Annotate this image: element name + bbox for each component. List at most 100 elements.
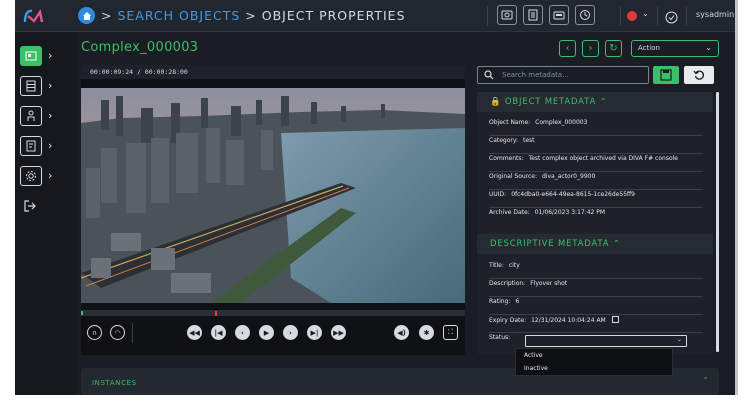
field-label: Description: xyxy=(489,280,526,287)
history-icon[interactable] xyxy=(575,5,595,25)
field-archive-date: Archive Date: 01/06/2023 3:17:42 PM xyxy=(489,209,703,226)
timeline-scrubber[interactable] xyxy=(81,310,465,316)
instances-title: INSTANCES xyxy=(92,379,137,387)
field-category: Category: test xyxy=(489,137,703,154)
divider xyxy=(487,6,488,26)
status-dropdown-menu: Active Inactive xyxy=(515,348,673,376)
chevron-down-icon[interactable]: ⌄ xyxy=(642,9,649,18)
next-object-button[interactable]: › xyxy=(582,40,599,57)
play-button[interactable]: ▶ xyxy=(259,325,274,340)
field-label: Category: xyxy=(489,137,518,144)
settings-gear-icon[interactable]: ✱ xyxy=(419,325,434,340)
page-title: Complex_000003 xyxy=(81,40,199,55)
record-status-icon[interactable] xyxy=(627,11,637,21)
status-option-active[interactable]: Active xyxy=(524,352,543,359)
field-value[interactable]: 6 xyxy=(515,298,519,305)
vault-icon[interactable] xyxy=(497,5,517,25)
chevron-up-icon[interactable]: ⌃ xyxy=(702,376,709,385)
object-metadata-header[interactable]: 🔒 OBJECT METADATA ⌃ xyxy=(477,92,713,112)
chevron-down-icon: ⌄ xyxy=(705,43,712,52)
previous-object-button[interactable]: ‹ xyxy=(559,40,576,57)
step-forward-button[interactable]: › xyxy=(283,325,298,340)
user-name[interactable]: sysadmin xyxy=(696,10,734,19)
breadcrumb-separator: > xyxy=(101,8,118,23)
field-value[interactable]: Test complex object archived via DIVA F#… xyxy=(529,155,678,162)
chevron-right-icon[interactable]: › xyxy=(48,109,52,122)
field-value: 01/06/2023 3:17:42 PM xyxy=(534,209,606,216)
fullscreen-icon[interactable]: ⛶ xyxy=(443,325,458,340)
field-label: Archive Date: xyxy=(489,209,530,216)
refresh-icon[interactable]: ↻ xyxy=(605,40,622,57)
step-back-button[interactable]: ‹ xyxy=(235,325,250,340)
video-player: 00:00:09:24 / 00:00:28:00 ∩ ◠ ◀◀ |◀ ‹ ▶ … xyxy=(81,65,465,355)
chevron-down-icon: ⌄ xyxy=(676,336,682,343)
field-value[interactable]: city xyxy=(509,262,520,269)
field-label: Status: xyxy=(489,334,511,341)
field-rating[interactable]: Rating: 6 xyxy=(489,298,703,315)
check-circle-icon[interactable] xyxy=(665,9,678,28)
field-label: Expiry Date: xyxy=(489,317,527,324)
playhead-marker[interactable] xyxy=(81,311,83,315)
chevron-right-icon[interactable]: › xyxy=(48,79,52,92)
field-label: Comments: xyxy=(489,155,524,162)
navigation-buttons: ‹ › ↻ xyxy=(559,40,622,57)
position-marker[interactable] xyxy=(215,311,218,316)
undo-icon xyxy=(693,70,704,80)
fast-forward-button[interactable]: ▶▶ xyxy=(331,325,346,340)
field-value: 0fc4dba0-e664-49ea-8615-1ce26de55ff9 xyxy=(511,191,635,198)
field-label: UUID: xyxy=(489,191,507,198)
breadcrumb-separator: > xyxy=(240,8,262,23)
field-expiry-date[interactable]: Expiry Date: 12/31/2024 10:04:24 AM xyxy=(489,316,703,333)
page-scrollbar[interactable] xyxy=(735,0,738,395)
skip-back-button[interactable]: |◀ xyxy=(211,325,226,340)
calendar-icon[interactable] xyxy=(611,316,619,323)
timecode-bar: 00:00:09:24 / 00:00:28:00 xyxy=(81,65,465,79)
field-value[interactable]: Flyover shot xyxy=(530,280,567,287)
sidebar-item-objects[interactable] xyxy=(20,46,42,66)
speed-icon[interactable]: ◠ xyxy=(110,325,125,340)
total-duration: 00:00:28:00 xyxy=(144,68,188,76)
chevron-right-icon[interactable]: › xyxy=(48,49,52,62)
tape-icon[interactable] xyxy=(549,5,569,25)
object-metadata-title: OBJECT METADATA xyxy=(504,97,597,107)
video-frame[interactable] xyxy=(81,88,465,303)
descriptive-metadata-title: DESCRIPTIVE METADATA xyxy=(490,239,610,249)
chevron-right-icon[interactable]: › xyxy=(48,169,52,182)
current-time: 00:00:09:24 xyxy=(90,68,134,76)
sidebar-item-settings[interactable] xyxy=(20,166,42,186)
action-dropdown[interactable]: Action ⌄ xyxy=(631,40,719,57)
field-object-name: Object Name: Complex_000003 xyxy=(489,119,703,136)
logout-icon[interactable] xyxy=(23,198,37,217)
document-icon[interactable] xyxy=(523,5,543,25)
reset-button[interactable] xyxy=(684,66,714,84)
field-label: Rating: xyxy=(489,298,511,305)
volume-icon[interactable]: ◀) xyxy=(394,325,409,340)
field-value[interactable]: 12/31/2024 10:04:24 AM xyxy=(531,317,606,324)
rewind-button[interactable]: ◀◀ xyxy=(187,325,202,340)
field-label: Object Name: xyxy=(489,119,531,126)
field-original-source: Original Source: diva_actor0_9900 xyxy=(489,173,703,190)
home-icon[interactable] xyxy=(78,7,95,24)
search-placeholder: Search metadata... xyxy=(502,71,569,79)
field-title[interactable]: Title: city xyxy=(489,262,703,279)
field-description[interactable]: Description: Flyover shot xyxy=(489,280,703,297)
status-select[interactable]: ⌄ xyxy=(525,335,687,347)
save-icon xyxy=(660,69,672,81)
panel-scrollbar[interactable] xyxy=(716,92,719,352)
chevron-right-icon[interactable]: › xyxy=(48,139,52,152)
metadata-search-input[interactable]: Search metadata... xyxy=(477,66,649,84)
divider xyxy=(657,6,658,26)
save-button[interactable] xyxy=(653,66,679,84)
breadcrumb-search-objects[interactable]: SEARCH OBJECTS xyxy=(117,8,240,23)
breadcrumb: > SEARCH OBJECTS > OBJECT PROPERTIES xyxy=(101,8,406,23)
metadata-panel: 🔒 OBJECT METADATA ⌃ Object Name: Complex_… xyxy=(477,92,713,354)
status-option-inactive[interactable]: Inactive xyxy=(524,365,548,372)
field-value: diva_actor0_9900 xyxy=(542,173,596,180)
sidebar-item-users[interactable] xyxy=(20,106,42,126)
field-comments[interactable]: Comments: Test complex object archived vi… xyxy=(489,155,703,172)
skip-forward-button[interactable]: ▶| xyxy=(307,325,322,340)
headphones-icon[interactable]: ∩ xyxy=(87,325,102,340)
sidebar-item-reports[interactable] xyxy=(20,136,42,156)
sidebar-item-storage[interactable] xyxy=(20,76,42,96)
descriptive-metadata-header[interactable]: DESCRIPTIVE METADATA ⌃ xyxy=(477,234,713,254)
